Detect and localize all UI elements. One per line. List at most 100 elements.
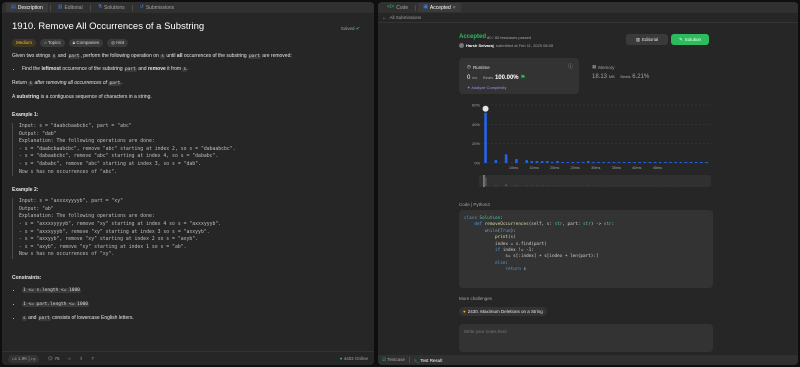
code-token: str: [603, 222, 612, 228]
chart-bar: [617, 162, 621, 163]
code-token: , part:: [562, 222, 584, 228]
chart-bar: [689, 162, 693, 163]
tab-testcase[interactable]: ☑ Testcase: [382, 357, 405, 363]
chart-bar: [556, 161, 559, 163]
tab-accepted[interactable]: ▣ Accepted ×: [418, 3, 461, 12]
runtime-label: ◷ Runtime: [467, 64, 490, 70]
avatar[interactable]: [459, 43, 464, 48]
chart-bar: [504, 154, 508, 163]
chart-bar: [653, 162, 657, 163]
brush-bar: [484, 177, 487, 186]
online-count: ● 4402 Online: [339, 356, 368, 361]
constraints-list: 1 <= s.length <= 1000 1 <= part.length <…: [12, 286, 364, 323]
code-token: while: [484, 228, 498, 234]
example-2-block: Input: s = "axxxxyyyyb", part = "xy" Out…: [12, 198, 364, 259]
avatar-marker: [482, 105, 489, 112]
memory-card[interactable]: ▦ Memory 18.13 MB Beats 6.21%: [584, 58, 704, 94]
problem-title[interactable]: 1910. Remove All Occurrences of a Substr…: [12, 21, 364, 32]
tab-submissions[interactable]: ↺ Submissions: [135, 3, 180, 12]
analyze-complexity-link[interactable]: ✦ Analyze Complexity: [467, 85, 506, 90]
x-tick-label: 35ms: [612, 166, 621, 170]
status-title: Accepted: [459, 34, 487, 40]
code-token: s: [523, 267, 527, 273]
tab-description[interactable]: ▤ Description: [6, 3, 48, 12]
memory-value: 18.13 MB Beats 6.21%: [592, 74, 650, 80]
share-icon[interactable]: ⇪: [80, 356, 84, 362]
tab-editorial[interactable]: ▥ Editorial: [53, 3, 88, 12]
brush-bar: [525, 185, 528, 186]
problem-statement: Given two strings s and part, perform th…: [12, 53, 292, 59]
companies-tag[interactable]: 🔒︎ Companies: [68, 39, 104, 47]
chart-bar: [576, 162, 580, 163]
topics-tag[interactable]: ⌂ Topics: [40, 39, 65, 47]
chart-bar: [643, 162, 647, 163]
chart-bar: [607, 162, 611, 163]
chart-bar: [638, 162, 641, 163]
example-line: Explanation: The following operations ar…: [19, 139, 155, 145]
problem-description: 1910. Remove All Occurrences of a Substr…: [2, 13, 374, 323]
code-token: s= s[:index] + s[index +: [464, 254, 571, 260]
constraint-item: 1 <= part.length <= 1000: [22, 300, 364, 309]
code-token: def: [474, 222, 485, 228]
left-tabbar: ▤ Description ▥ Editorial ⚗ Solutions ↺ Subm…: [2, 2, 374, 13]
code-token: ) ->: [590, 222, 604, 228]
like-button[interactable]: 👍︎ 1.9K | 👎︎: [8, 354, 40, 363]
testcases-passed: 80 / 80 testcases passed: [487, 35, 532, 40]
chart-bar: [612, 162, 616, 163]
chart-bar: [525, 160, 528, 163]
difficulty-badge: Medium: [12, 39, 37, 47]
chart-brush: [479, 175, 711, 187]
submitted-code[interactable]: class Solution: def removeOccurrences(se…: [459, 210, 713, 288]
star-icon[interactable]: ☆: [67, 356, 71, 362]
chart-bar: [494, 160, 498, 163]
thumbs-down-icon: | 👎︎: [28, 355, 36, 361]
more-challenges-title: More challenges: [459, 296, 493, 301]
example-1-title: Example 1:: [12, 112, 39, 118]
check-icon: ▣: [423, 4, 428, 10]
chart-bar: [633, 162, 636, 163]
arrow-left-icon: ←: [382, 15, 387, 20]
divider: [89, 4, 91, 11]
challenge-link[interactable]: ● 2430. Maximum Deletions on a String: [459, 307, 547, 316]
brush-bar: [494, 185, 497, 186]
chart-bar: [602, 162, 605, 163]
code-token: removeOccurrences: [484, 222, 529, 228]
example-line: - s = "axxxyyyb", remove "xy" starting a…: [19, 229, 210, 235]
chart-bar: [535, 161, 539, 163]
back-to-submissions[interactable]: ← All Submissions: [378, 13, 798, 23]
chart-bar: [679, 162, 683, 163]
memory-label: ▦ Memory: [592, 64, 615, 70]
chart-bar: [669, 162, 672, 163]
code-token: index != -1:: [502, 248, 534, 254]
notes-input[interactable]: Write your notes here: [459, 324, 713, 352]
chart-bar: [592, 162, 595, 163]
chart-bar: [561, 162, 564, 163]
runtime-card[interactable]: ◷ Runtime ⓘ 0 ms Beats 100.00% ⚑ ✦ Analyz…: [459, 58, 579, 94]
runtime-value: 0 ms Beats 100.00% ⚑: [467, 75, 526, 81]
doc-icon: ▤: [11, 4, 16, 10]
runtime-distribution-chart: 0% 20% 40% 60% 10ms 15ms 20ms 25ms 30ms 35ms 40ms 4…: [459, 97, 714, 195]
help-icon[interactable]: ?: [91, 356, 94, 361]
code-token: (part):]: [577, 254, 599, 260]
editorial-button[interactable]: ▥ Editorial: [626, 34, 668, 45]
close-icon[interactable]: ×: [453, 5, 456, 11]
problem-tags: Medium ⌂ Topics 🔒︎ Companies ◎ Hint: [12, 39, 364, 47]
code-token: ):: [510, 228, 516, 234]
constraint-item: s and part consists of lowercase English…: [22, 314, 364, 323]
hint-tag[interactable]: ◎ Hint: [107, 39, 129, 47]
chart-bar: [484, 112, 487, 163]
tab-test-result[interactable]: >_ Test Result: [414, 358, 443, 363]
info-icon[interactable]: ⓘ: [568, 63, 573, 70]
solution-button[interactable]: ✎ Solution: [671, 34, 709, 45]
example-line: Output: "ab": [19, 206, 54, 212]
chart-bar: [587, 161, 590, 163]
clock-icon: ◷: [467, 64, 471, 69]
chart-bar: [581, 162, 585, 163]
code-token: :: [505, 260, 508, 266]
tab-code[interactable]: </> Code: [382, 3, 413, 12]
tab-solutions[interactable]: ⚗ Solutions: [93, 3, 130, 12]
divider: [49, 4, 51, 11]
comments-button[interactable]: 💬︎ 76: [47, 356, 59, 362]
